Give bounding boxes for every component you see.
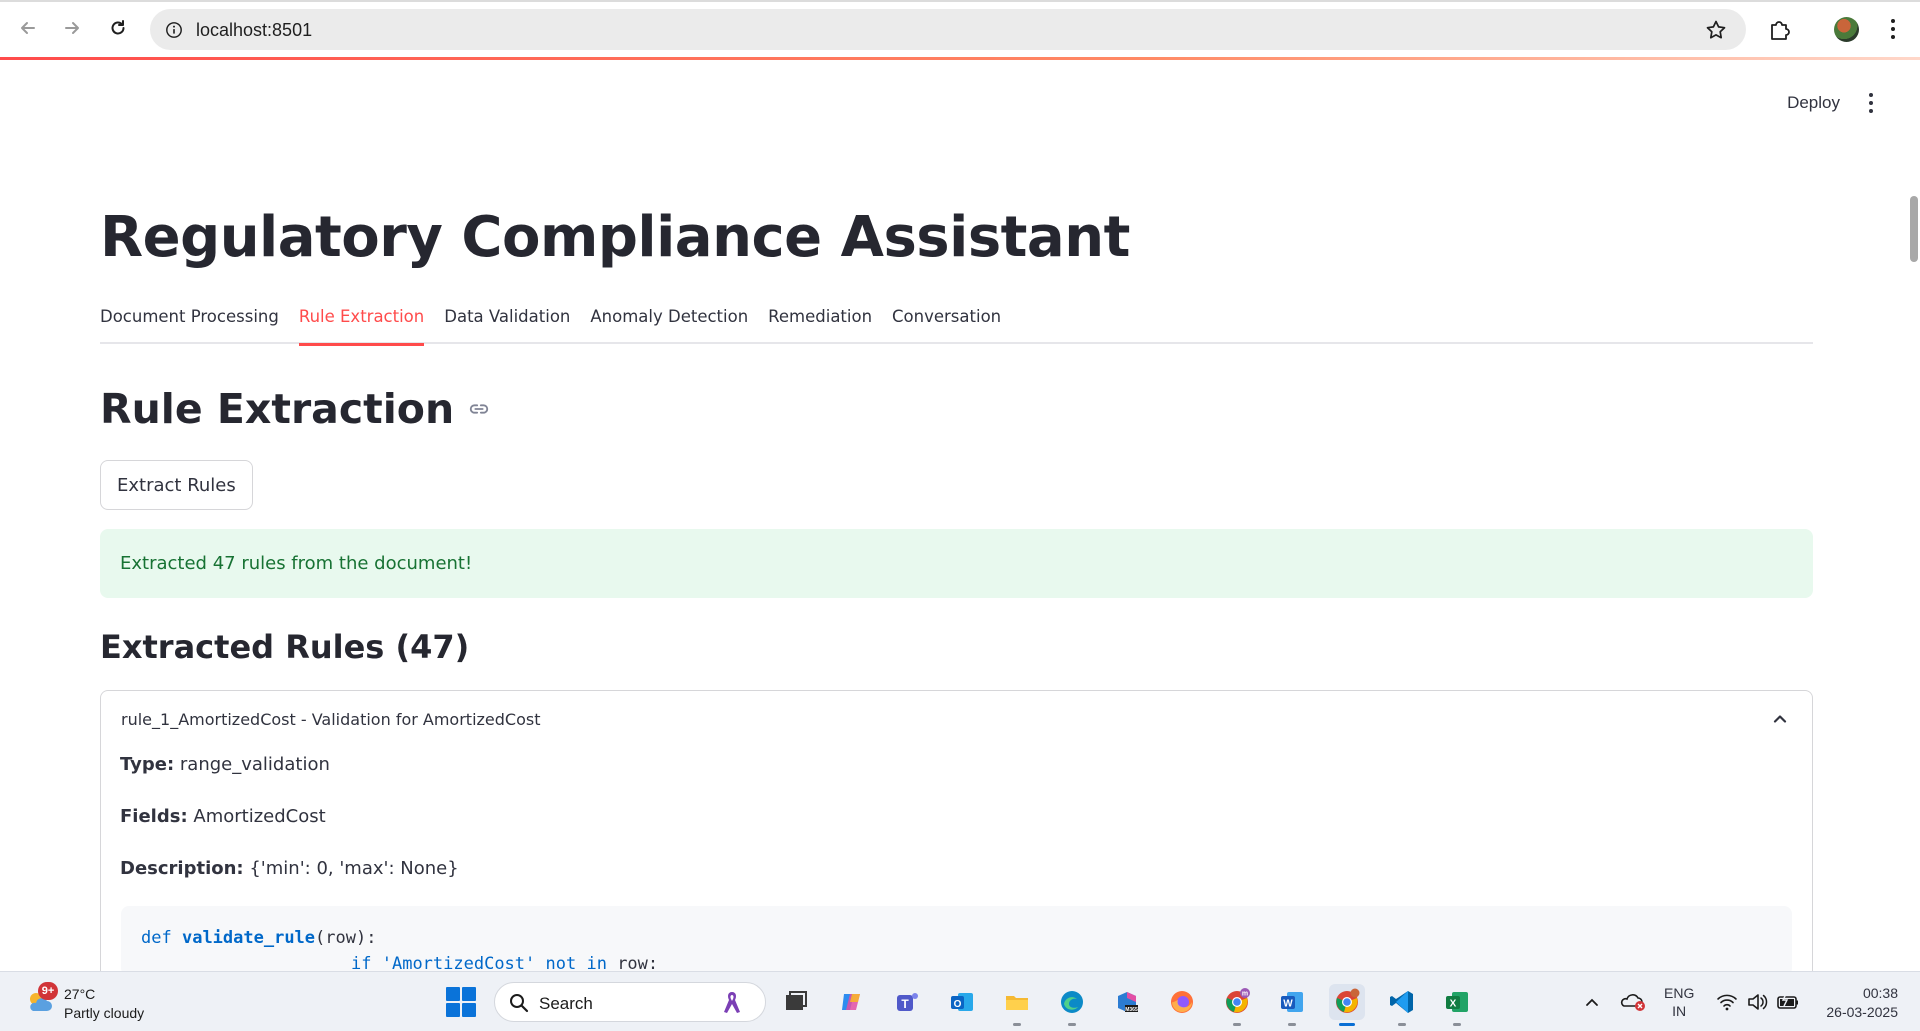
- extensions-icon[interactable]: [1767, 16, 1793, 42]
- code-params: (row):: [315, 928, 377, 948]
- app-toolbar: Deploy: [1787, 92, 1880, 114]
- rule-type: Type: range_validation: [120, 754, 330, 775]
- rule-type-label: Type:: [120, 754, 175, 775]
- rule-expander-header[interactable]: rule_1_AmortizedCost - Validation for Am…: [101, 691, 1812, 747]
- svg-text:M365: M365: [1125, 1007, 1138, 1013]
- tab-data-validation[interactable]: Data Validation: [444, 305, 570, 344]
- m365-icon[interactable]: M365: [1109, 984, 1145, 1020]
- weather-desc: Partly cloudy: [64, 1005, 145, 1021]
- weather-badge: 9+: [38, 982, 58, 1000]
- edge-icon[interactable]: [1054, 984, 1090, 1026]
- clock-date: 26-03-2025: [1826, 1004, 1898, 1020]
- section-title-text: Rule Extraction: [100, 385, 455, 433]
- vscode-icon[interactable]: [1384, 984, 1420, 1026]
- lang-line-2: IN: [1672, 1003, 1687, 1019]
- browser-chrome: localhost:8501: [0, 0, 1920, 60]
- taskbar-search[interactable]: Search: [494, 982, 766, 1022]
- task-view-icon[interactable]: [778, 984, 814, 1020]
- tab-rule-extraction[interactable]: Rule Extraction: [298, 305, 425, 346]
- back-arrow-icon: [21, 22, 35, 34]
- extract-rules-button[interactable]: Extract Rules: [100, 460, 253, 510]
- forward-arrow-icon: [65, 22, 79, 34]
- rule-fields-value: AmortizedCost: [193, 806, 326, 827]
- scrollbar-thumb[interactable]: [1910, 196, 1918, 262]
- taskbar: 9+ 27°C Partly cloudy Search T O M365 m …: [0, 971, 1920, 1031]
- address-bar[interactable]: localhost:8501: [150, 9, 1746, 50]
- running-indicator: [1453, 1023, 1461, 1026]
- rules-header: Extracted Rules (47): [100, 628, 470, 666]
- windows-start-icon[interactable]: [446, 987, 476, 1017]
- page-title: Regulatory Compliance Assistant: [100, 205, 1130, 270]
- reload-button[interactable]: [103, 13, 133, 43]
- chrome-active-icon[interactable]: [1329, 984, 1365, 1026]
- weather-widget[interactable]: 9+ 27°C Partly cloudy: [20, 979, 180, 1025]
- search-icon: [510, 994, 529, 1013]
- page-scrollbar[interactable]: [1906, 60, 1920, 971]
- svg-text:O: O: [954, 999, 962, 1010]
- battery-icon[interactable]: [1776, 992, 1800, 1012]
- lang-line-1: ENG: [1664, 985, 1695, 1001]
- app-menu-icon[interactable]: [1862, 92, 1880, 114]
- back-button[interactable]: [13, 13, 43, 43]
- svg-text:m: m: [1242, 991, 1248, 998]
- svg-text:W: W: [1283, 999, 1293, 1010]
- rule-description-label: Description:: [120, 858, 244, 879]
- success-alert: Extracted 47 rules from the document!: [100, 529, 1813, 598]
- running-indicator: [1233, 1023, 1241, 1026]
- rule-expander-title: rule_1_AmortizedCost - Validation for Am…: [121, 709, 541, 729]
- rule-fields-label: Fields:: [120, 806, 188, 827]
- show-hidden-icons-icon[interactable]: [1584, 994, 1600, 1010]
- streamlit-top-decoration: [0, 57, 1920, 60]
- chevron-up-icon[interactable]: [1770, 709, 1790, 729]
- tab-conversation[interactable]: Conversation: [892, 305, 1001, 344]
- running-indicator: [1288, 1023, 1296, 1026]
- firefox-icon[interactable]: [1164, 984, 1200, 1020]
- anchor-link-icon[interactable]: [468, 398, 490, 420]
- bookmark-star-icon[interactable]: [1704, 18, 1728, 42]
- tab-bar: Document Processing Rule Extraction Data…: [100, 305, 1813, 346]
- wifi-icon[interactable]: [1716, 992, 1738, 1012]
- word-icon[interactable]: W: [1274, 984, 1310, 1026]
- awareness-ribbon-icon: [724, 992, 740, 1013]
- rule-description: Description: {'min': 0, 'max': None}: [120, 858, 459, 879]
- code-keyword-def: def: [141, 928, 172, 948]
- rule-fields: Fields: AmortizedCost: [120, 806, 326, 827]
- teams-icon[interactable]: T: [889, 984, 925, 1020]
- svg-text:X: X: [1450, 999, 1457, 1010]
- section-title: Rule Extraction: [100, 385, 490, 433]
- chrome-profile-icon[interactable]: m: [1219, 984, 1255, 1026]
- system-clock[interactable]: 00:38 26-03-2025: [1822, 984, 1898, 1022]
- rule-description-value: {'min': 0, 'max': None}: [249, 858, 459, 879]
- clock-time: 00:38: [1862, 985, 1898, 1001]
- onedrive-error-icon[interactable]: [1620, 990, 1646, 1012]
- tab-remediation[interactable]: Remediation: [768, 305, 872, 344]
- running-indicator: [1398, 1023, 1406, 1026]
- code-function-name: validate_rule: [181, 928, 316, 948]
- language-indicator[interactable]: ENG IN: [1664, 984, 1694, 1020]
- forward-button[interactable]: [57, 13, 87, 43]
- svg-text:T: T: [901, 997, 909, 1011]
- site-info-icon[interactable]: [163, 19, 185, 41]
- profile-avatar[interactable]: [1834, 17, 1859, 42]
- file-explorer-icon[interactable]: [999, 984, 1035, 1026]
- running-indicator: [1068, 1023, 1076, 1026]
- copilot-icon[interactable]: [834, 984, 870, 1020]
- active-indicator: [1339, 1023, 1355, 1026]
- search-label: Search: [539, 994, 593, 1013]
- tab-document-processing[interactable]: Document Processing: [100, 305, 279, 344]
- code-line-1: def validate_rule(row):: [141, 928, 376, 948]
- url-text[interactable]: localhost:8501: [196, 20, 312, 41]
- weather-temp: 27°C: [64, 986, 96, 1002]
- chrome-menu-icon[interactable]: [1885, 16, 1901, 42]
- volume-icon[interactable]: [1746, 992, 1768, 1012]
- rule-type-value: range_validation: [179, 754, 330, 775]
- running-indicator: [1013, 1023, 1021, 1026]
- tab-strip-edge: [0, 0, 1920, 2]
- excel-icon[interactable]: X: [1439, 984, 1475, 1026]
- deploy-button[interactable]: Deploy: [1787, 93, 1840, 113]
- reload-icon: [111, 20, 125, 35]
- rule-code-block[interactable]: def validate_rule(row): if 'AmortizedCos…: [121, 906, 1792, 976]
- outlook-icon[interactable]: O: [944, 984, 980, 1020]
- tab-anomaly-detection[interactable]: Anomaly Detection: [590, 305, 748, 344]
